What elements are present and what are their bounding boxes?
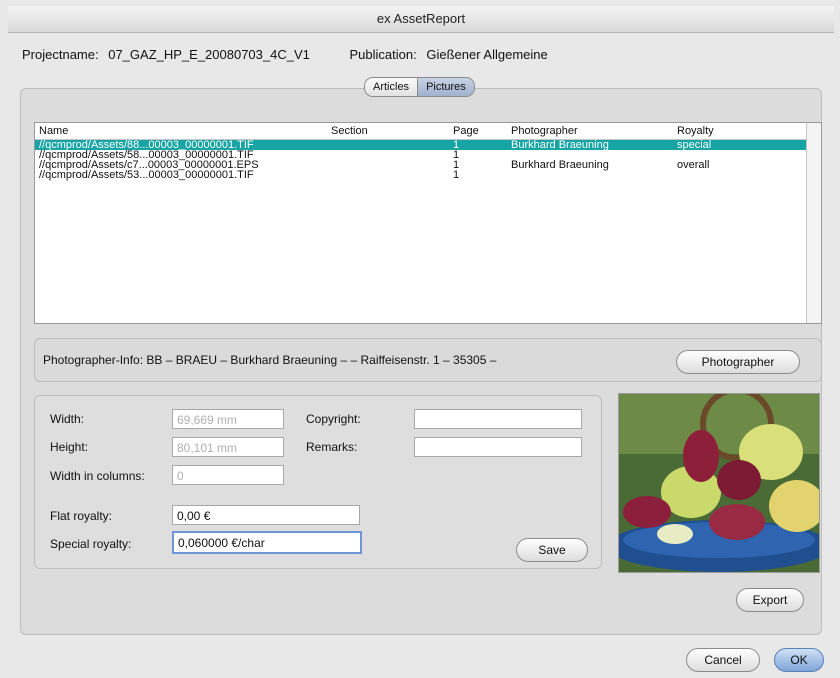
- cancel-button[interactable]: Cancel: [686, 648, 760, 672]
- publication-value: Gießener Allgemeine: [426, 47, 548, 62]
- column-header-royalty[interactable]: Royalty: [677, 125, 714, 137]
- photographer-info-text: Photographer-Info: BB – BRAEU – Burkhard…: [43, 353, 497, 367]
- remarks-label: Remarks:: [306, 440, 358, 454]
- table-header: Name Section Page Photographer Royalty: [35, 123, 821, 140]
- width-in-columns-field[interactable]: 0: [172, 465, 284, 485]
- copyright-field[interactable]: [414, 409, 582, 429]
- window-titlebar: ex AssetReport: [8, 6, 834, 33]
- column-header-section[interactable]: Section: [331, 125, 368, 137]
- cell-photographer: Burkhard Braeuning: [511, 139, 609, 151]
- cell-name: //qcmprod/Assets/53...00003_00000001.TIF: [39, 169, 254, 181]
- flat-royalty-label: Flat royalty:: [50, 509, 113, 523]
- flat-royalty-field[interactable]: 0,00 €: [172, 505, 360, 525]
- project-label: Projectname:: [22, 47, 99, 62]
- copyright-label: Copyright:: [306, 412, 361, 426]
- project-header: Projectname: 07_GAZ_HP_E_20080703_4C_V1 …: [22, 47, 554, 62]
- publication-label: Publication:: [349, 47, 417, 62]
- column-header-name[interactable]: Name: [39, 125, 68, 137]
- cell-royalty: special: [677, 139, 712, 151]
- vegetable-photo-image: [619, 394, 819, 572]
- ok-button[interactable]: OK: [774, 648, 824, 672]
- window-title: ex AssetReport: [376, 11, 466, 26]
- cell-photographer: Burkhard Braeuning: [511, 159, 609, 171]
- remarks-field[interactable]: [414, 437, 582, 457]
- table-row[interactable]: //qcmprod/Assets/53...00003_00000001.TIF…: [35, 169, 821, 181]
- table-scrollbar[interactable]: [806, 123, 821, 323]
- width-in-columns-label: Width in columns:: [50, 469, 145, 483]
- pictures-table[interactable]: Name Section Page Photographer Royalty /…: [34, 122, 822, 324]
- tab-articles[interactable]: Articles: [365, 78, 418, 96]
- height-label: Height:: [50, 440, 89, 454]
- export-button[interactable]: Export: [736, 588, 804, 612]
- picture-preview: [618, 393, 820, 573]
- width-field[interactable]: 69,669 mm: [172, 409, 284, 429]
- project-value: 07_GAZ_HP_E_20080703_4C_V1: [108, 47, 310, 62]
- special-royalty-field[interactable]: 0,060000 €/char: [172, 531, 362, 554]
- column-header-page[interactable]: Page: [453, 125, 479, 137]
- tab-pictures[interactable]: Pictures: [417, 78, 474, 96]
- height-field[interactable]: 80,101 mm: [172, 437, 284, 457]
- cell-page: 1: [453, 169, 460, 181]
- save-button[interactable]: Save: [516, 538, 588, 562]
- cell-royalty: overall: [677, 159, 710, 171]
- tab-switcher: Articles Pictures: [364, 77, 475, 97]
- width-label: Width:: [50, 412, 85, 426]
- column-header-photographer[interactable]: Photographer: [511, 125, 578, 137]
- photographer-button[interactable]: Photographer: [676, 350, 800, 374]
- special-royalty-label: Special royalty:: [50, 537, 132, 551]
